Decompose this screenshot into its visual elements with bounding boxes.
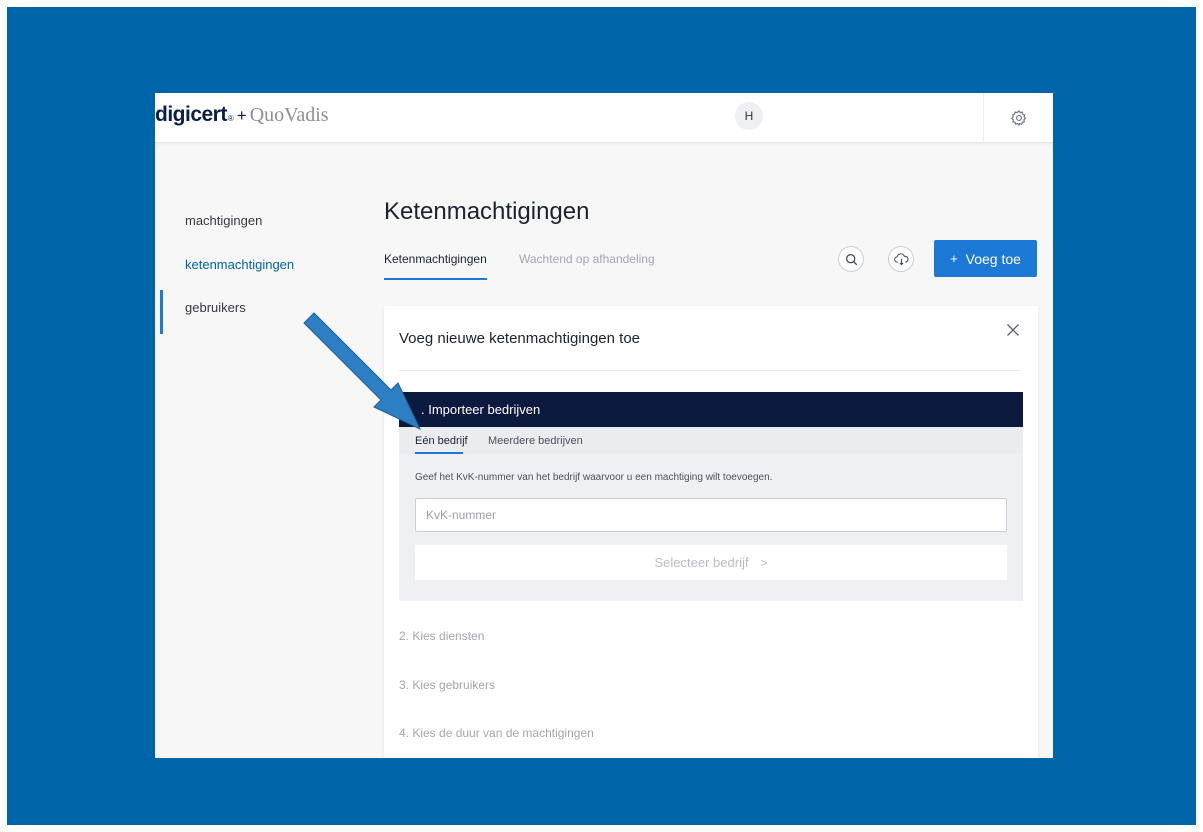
tab-een-bedrijf[interactable]: Eén bedrijf	[415, 435, 468, 447]
logo-plus: +	[236, 106, 247, 125]
step-1-body: Eén bedrijf Meerdere bedrijven Geef het …	[399, 427, 1023, 601]
search-icon	[845, 253, 857, 265]
add-button[interactable]: + Voeg toe	[934, 240, 1037, 277]
sidebar: machtigingen ketenmachtigingen gebruiker…	[155, 143, 345, 758]
download-button[interactable]	[888, 246, 914, 272]
search-button[interactable]	[838, 246, 864, 272]
import-mode-tabs: Eén bedrijf Meerdere bedrijven	[399, 427, 1023, 454]
subtab-active-underline	[415, 452, 463, 454]
app-window: digicert ® + QuoVadis H machtigingen ket…	[155, 93, 1053, 758]
sidebar-active-indicator	[160, 290, 163, 334]
brand-logo[interactable]: digicert ® + QuoVadis	[155, 103, 329, 127]
step-4[interactable]: 4. Kies de duur van de machtigingen	[399, 726, 594, 740]
logo-quovadis: QuoVadis	[249, 104, 329, 126]
step-2[interactable]: 2. Kies diensten	[399, 629, 484, 643]
panel-title: Voeg nieuwe ketenmachtigingen toe	[399, 330, 641, 347]
select-company-label: Selecteer bedrijf	[654, 555, 749, 570]
user-avatar[interactable]: H	[735, 102, 763, 130]
cloud-download-icon	[893, 252, 908, 265]
tab-meerdere-bedrijven[interactable]: Meerdere bedrijven	[488, 435, 583, 447]
panel-divider	[399, 370, 1021, 371]
step-3[interactable]: 3. Kies gebruikers	[399, 678, 495, 692]
tab-ketenmachtigingen[interactable]: Ketenmachtigingen	[384, 252, 487, 266]
page-title: Ketenmachtigingen	[384, 198, 590, 225]
top-bar: digicert ® + QuoVadis H	[155, 93, 1053, 143]
step-1-header[interactable]: . Importeer bedrijven	[399, 392, 1023, 427]
sidebar-item-ketenmachtigingen[interactable]: ketenmachtigingen	[185, 257, 294, 272]
tab-active-underline	[384, 278, 487, 280]
select-company-button[interactable]: Selecteer bedrijf >	[415, 545, 1007, 580]
add-button-label: Voeg toe	[965, 250, 1021, 267]
plus-icon: +	[950, 251, 958, 266]
logo-digicert: digicert	[155, 103, 227, 126]
chevron-right-icon: >	[760, 555, 768, 570]
add-chain-authorization-panel: Voeg nieuwe ketenmachtigingen toe . Impo…	[384, 306, 1038, 758]
close-icon[interactable]	[1005, 322, 1021, 338]
logo-registered-mark: ®	[227, 114, 234, 123]
kvk-number-input[interactable]	[415, 498, 1007, 532]
gear-icon	[1010, 110, 1026, 127]
sidebar-item-machtigingen[interactable]: machtigingen	[185, 213, 262, 228]
sidebar-item-gebruikers[interactable]: gebruikers	[185, 300, 246, 315]
settings-button[interactable]	[983, 93, 1053, 143]
tab-wachtend-op-afhandeling[interactable]: Wachtend op afhandeling	[519, 252, 655, 266]
kvk-instruction: Geef het KvK-nummer van het bedrijf waar…	[415, 472, 773, 483]
